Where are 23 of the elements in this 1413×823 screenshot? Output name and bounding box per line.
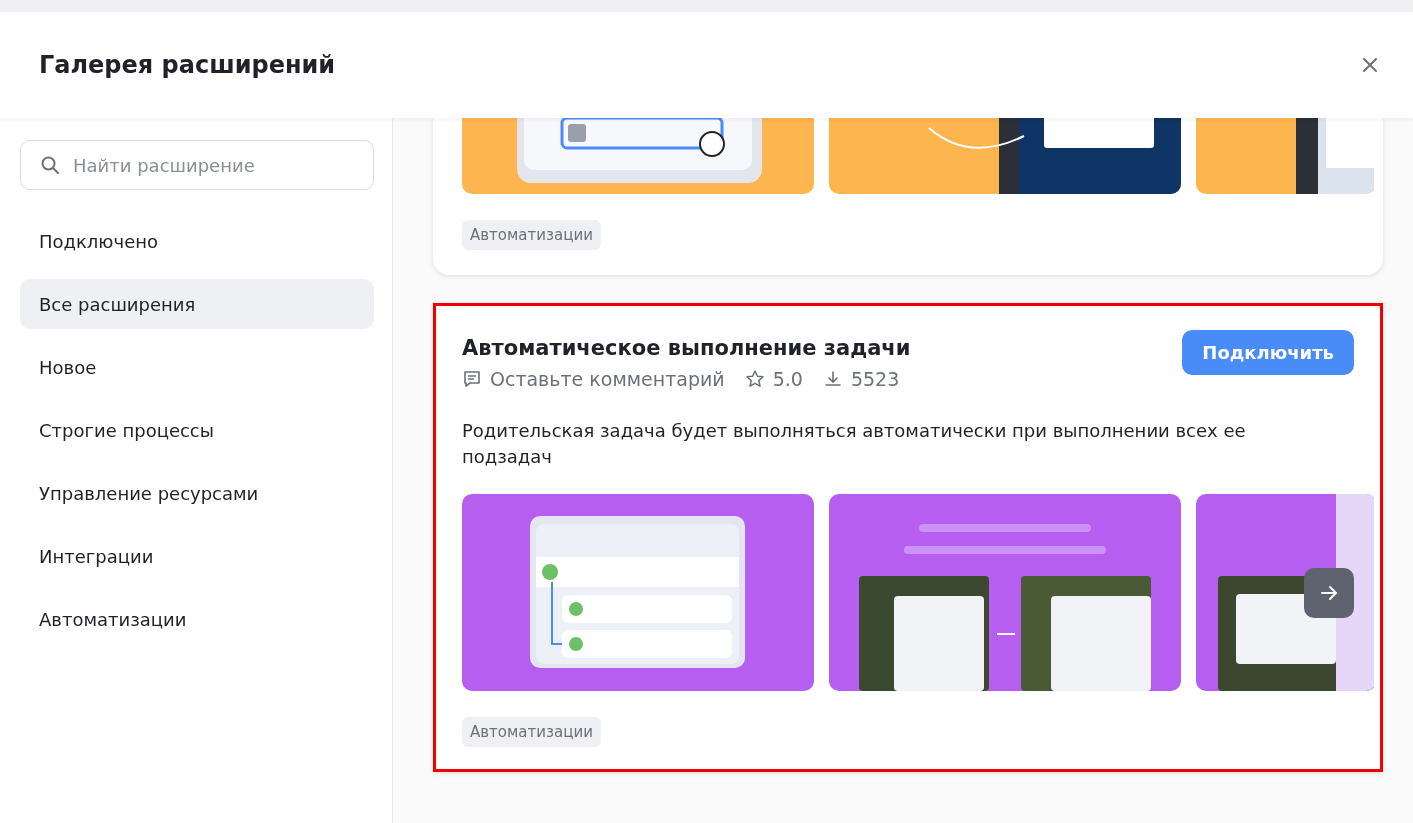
download-icon — [822, 369, 843, 389]
arrow-icon — [1319, 583, 1339, 603]
sidebar-item[interactable]: Новое — [20, 342, 374, 392]
search-field[interactable]: Найти расширение — [20, 140, 374, 190]
comment-icon — [462, 369, 482, 389]
sidebar-item[interactable]: Автоматизации — [20, 594, 374, 644]
download-count: 5523 — [850, 368, 900, 390]
comment-link[interactable]: Оставьте комментарий — [490, 368, 725, 390]
extension-title: Автоматическое выполнение задачи — [462, 336, 911, 360]
sidebar-item[interactable]: Управление ресурсами — [20, 468, 374, 518]
close-icon[interactable] — [1361, 56, 1379, 74]
category-tag: Автоматизации — [462, 717, 601, 747]
search-icon — [40, 155, 60, 175]
sidebar-item[interactable]: Все расширения — [20, 279, 374, 329]
next-button[interactable] — [1304, 568, 1354, 618]
sidebar-item[interactable]: Строгие процессы — [20, 405, 374, 455]
extension-description: Родительская задача будет выполняться автоматически при выполнении всех ее подзадач — [462, 419, 1247, 469]
window-title: Галерея расширений — [39, 51, 336, 79]
sidebar-item[interactable]: Подключено — [20, 216, 374, 266]
category-tag: Автоматизации — [462, 220, 601, 250]
rating: 5.0 — [772, 368, 803, 390]
sidebar-item[interactable]: Интеграции — [20, 531, 374, 581]
star-icon — [744, 369, 765, 389]
